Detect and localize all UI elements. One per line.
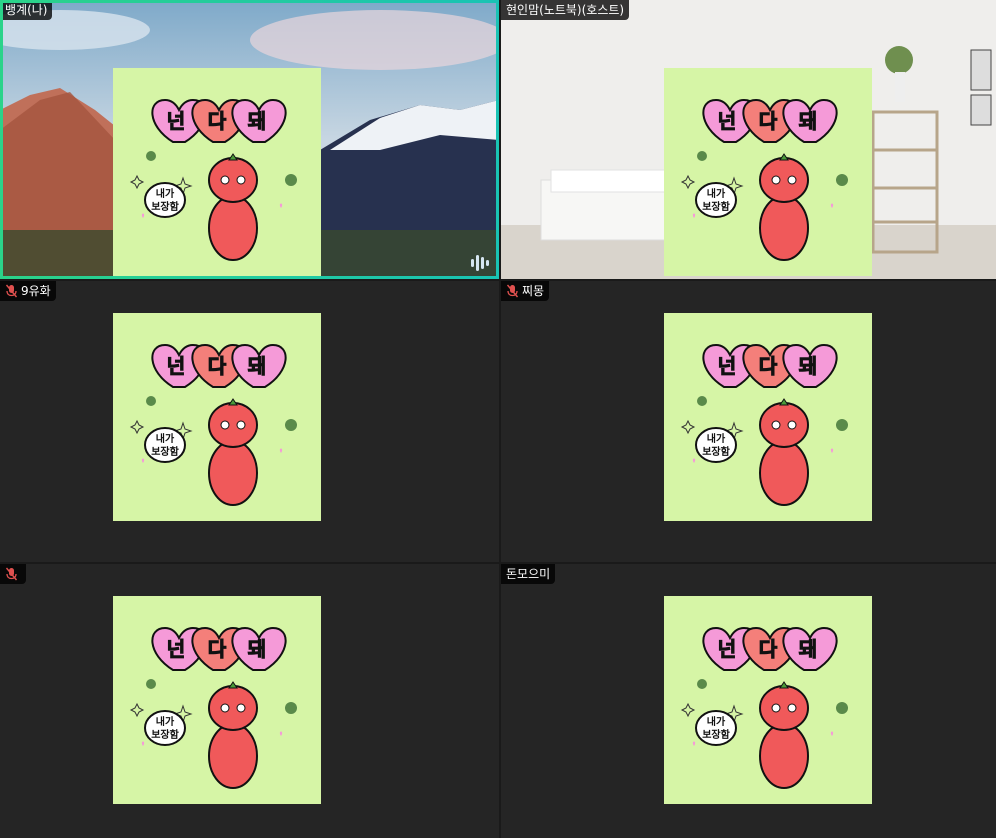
sticker-card: 넌 다 돼 내가 보장함 <box>664 68 872 276</box>
character-icon <box>759 153 809 261</box>
video-tile-6[interactable]: 돈모으미 넌 다 돼 내가 보장함 <box>501 564 996 838</box>
mini-heart-icon <box>692 213 696 218</box>
clover-icon <box>836 702 848 714</box>
character-icon <box>208 153 258 261</box>
bubble-line-2: 보장함 <box>702 200 730 213</box>
sticker-word-2: 다 <box>208 637 227 661</box>
sticker-word-3: 돼 <box>799 354 817 378</box>
video-tile-4[interactable]: 찌몽 넌 다 돼 내가 보장함 <box>501 281 996 562</box>
sticker-word-1: 넌 <box>718 109 736 133</box>
clover-icon <box>836 174 848 186</box>
mic-off-icon <box>5 284 18 298</box>
clover-icon <box>697 151 707 161</box>
audio-level-icon <box>471 255 489 271</box>
mini-heart-icon <box>141 213 145 218</box>
sticker-word-2: 다 <box>208 109 227 133</box>
participant-name-tag: 찌몽 <box>501 281 550 301</box>
bubble-line-2: 보장함 <box>702 445 730 458</box>
participant-name: 9유화 <box>21 284 51 298</box>
participant-name-tag: 현인맘(노트북)(호스트) <box>501 0 630 20</box>
mic-off-icon <box>5 567 18 581</box>
clover-icon <box>836 419 848 431</box>
clover-icon <box>697 679 707 689</box>
character-icon <box>208 398 258 506</box>
mini-heart-icon <box>279 448 283 453</box>
participant-name-tag <box>0 564 26 584</box>
character-icon <box>759 681 809 789</box>
participant-name: 돈모으미 <box>506 567 551 581</box>
sticker-card: 넌 다 돼 내가 보장함 <box>113 596 321 804</box>
clover-icon <box>146 151 156 161</box>
bubble-line-1: 내가 <box>707 432 726 445</box>
sticker-illustration: 넌 다 돼 내가 보장함 <box>129 626 297 789</box>
sparkle-icon <box>680 702 696 718</box>
sticker-illustration: 넌 다 돼 내가 보장함 <box>129 98 297 261</box>
mini-heart-icon <box>830 203 834 208</box>
bubble-line-1: 내가 <box>156 432 175 445</box>
sticker-word-3: 돼 <box>799 637 817 661</box>
video-tile-3[interactable]: 9유화 넌 다 돼 내가 보장함 <box>0 281 499 562</box>
clover-icon <box>285 419 297 431</box>
mini-heart-icon <box>141 458 145 463</box>
mini-heart-icon <box>279 203 283 208</box>
sparkle-icon <box>129 174 145 190</box>
clover-icon <box>285 702 297 714</box>
video-tile-1[interactable]: 뱅계(나) 넌 다 돼 내가 보장함 <box>0 0 499 279</box>
participant-name: 현인맘(노트북)(호스트) <box>506 3 625 17</box>
sticker-word-2: 다 <box>759 354 778 378</box>
sticker-word-2: 다 <box>759 109 778 133</box>
bubble-line-1: 내가 <box>707 715 726 728</box>
clover-icon <box>285 174 297 186</box>
mini-heart-icon <box>279 731 283 736</box>
bubble-line-2: 보장함 <box>151 728 179 741</box>
sparkle-icon <box>680 419 696 435</box>
sticker-illustration: 넌 다 돼 내가 보장함 <box>680 98 848 261</box>
sticker-card: 넌 다 돼 내가 보장함 <box>113 68 321 276</box>
sticker-card: 넌 다 돼 내가 보장함 <box>113 313 321 521</box>
video-tile-5[interactable]: 넌 다 돼 내가 보장함 <box>0 564 499 838</box>
sticker-word-2: 다 <box>208 354 227 378</box>
mini-heart-icon <box>692 458 696 463</box>
sticker-illustration: 넌 다 돼 내가 보장함 <box>680 626 848 789</box>
sticker-word-3: 돼 <box>248 354 266 378</box>
character-icon <box>759 398 809 506</box>
mic-off-icon <box>506 284 519 298</box>
sticker-word-1: 넌 <box>167 109 185 133</box>
sparkle-icon <box>129 702 145 718</box>
bubble-line-2: 보장함 <box>702 728 730 741</box>
sparkle-icon <box>680 174 696 190</box>
participant-name: 찌몽 <box>522 284 545 298</box>
mini-heart-icon <box>141 741 145 746</box>
sticker-word-2: 다 <box>759 637 778 661</box>
bubble-line-1: 내가 <box>707 187 726 200</box>
bubble-line-2: 보장함 <box>151 200 179 213</box>
participant-name-tag: 돈모으미 <box>501 564 556 584</box>
sticker-illustration: 넌 다 돼 내가 보장함 <box>129 343 297 506</box>
participant-name-tag: 뱅계(나) <box>0 0 53 20</box>
sticker-word-3: 돼 <box>799 109 817 133</box>
clover-icon <box>697 396 707 406</box>
bubble-line-1: 내가 <box>156 715 175 728</box>
mini-heart-icon <box>692 741 696 746</box>
sticker-word-3: 돼 <box>248 637 266 661</box>
mini-heart-icon <box>830 731 834 736</box>
sparkle-icon <box>129 419 145 435</box>
clover-icon <box>146 396 156 406</box>
sticker-word-1: 넌 <box>167 354 185 378</box>
sticker-word-1: 넌 <box>718 354 736 378</box>
sticker-word-1: 넌 <box>167 637 185 661</box>
participant-name-tag: 9유화 <box>0 281 56 301</box>
clover-icon <box>146 679 156 689</box>
sticker-word-3: 돼 <box>248 109 266 133</box>
sticker-card: 넌 다 돼 내가 보장함 <box>664 313 872 521</box>
sticker-illustration: 넌 다 돼 내가 보장함 <box>680 343 848 506</box>
sticker-word-1: 넌 <box>718 637 736 661</box>
video-tile-2[interactable]: 현인맘(노트북)(호스트) 넌 다 돼 내가 보장함 <box>501 0 996 279</box>
participant-name: 뱅계(나) <box>5 3 48 17</box>
bubble-line-1: 내가 <box>156 187 175 200</box>
sticker-card: 넌 다 돼 내가 보장함 <box>664 596 872 804</box>
mini-heart-icon <box>830 448 834 453</box>
bubble-line-2: 보장함 <box>151 445 179 458</box>
character-icon <box>208 681 258 789</box>
